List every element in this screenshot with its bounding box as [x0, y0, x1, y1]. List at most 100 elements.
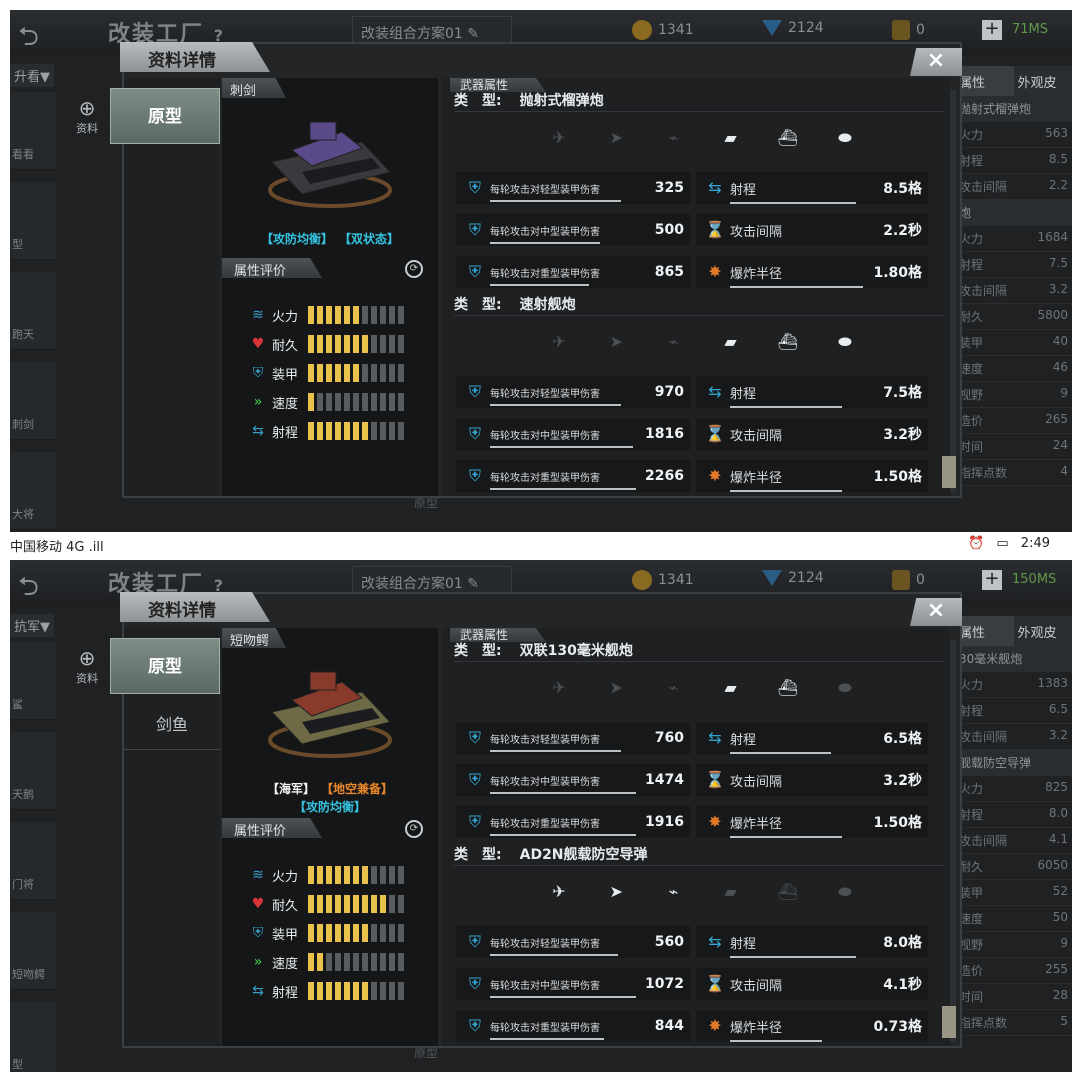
filter-dropdown[interactable]: 抗军▼	[10, 614, 54, 637]
back-icon[interactable]: ⮌	[18, 568, 39, 612]
hourglass-icon: ⌛	[705, 770, 725, 789]
stat-label-text: 爆炸半径	[730, 1020, 783, 1036]
side-stat-label: 攻击间隔	[959, 730, 1008, 744]
sidebar-ship-item[interactable]: 门将	[10, 822, 56, 900]
rating-row: ⇆ 射程	[244, 978, 434, 1004]
sidebar-ship-item[interactable]: 型	[10, 1002, 56, 1072]
rating-segment	[362, 335, 368, 353]
edit-icon[interactable]: ✎	[467, 26, 479, 42]
side-stat-value: 40	[1052, 334, 1068, 348]
rating-segment	[308, 393, 314, 411]
tab-variant[interactable]: 剑鱼	[124, 700, 220, 750]
stat-bar	[490, 403, 621, 406]
target-types: ✈ ➤ ⌁ ▰ ⛴ ⬬	[542, 678, 862, 704]
heart-icon: ♥	[251, 896, 265, 912]
close-button[interactable]: ×	[910, 48, 962, 76]
side-stat-label: 时间	[959, 990, 984, 1004]
stat-value: 7.5格	[883, 385, 922, 401]
tab-1[interactable]: 外观皮	[1013, 616, 1072, 646]
tag-line-1: 【攻防均衡】 【双状态】	[222, 230, 438, 247]
tab-prototype[interactable]: 原型	[110, 638, 220, 694]
refresh-icon[interactable]: ⟳	[405, 820, 423, 838]
side-stat-value: 52	[1052, 884, 1068, 898]
side-stat-row: 时间 24	[955, 434, 1072, 460]
weapon-stat: ⛨ 每轮攻击对中型装甲伤害 1072	[456, 968, 690, 1000]
ship-illustration	[268, 671, 392, 758]
side-panel: 属性 外观皮 抛射式榴弹炮 火力 563 射程 8.5 攻击间隔 2.2 炮火力 1684 射程 7.…	[955, 66, 1072, 486]
info-add[interactable]: ⊕ 资料	[76, 96, 98, 136]
edit-icon[interactable]: ✎	[467, 576, 479, 592]
explosion-icon: ✸	[708, 262, 722, 281]
rating-row: ⛨ 装甲	[244, 360, 434, 386]
shield-icon: ⛨	[468, 220, 481, 239]
sidebar-ship-item[interactable]: 刺剑	[10, 362, 56, 440]
side-stat-value: 24	[1052, 438, 1068, 452]
rating-segment	[371, 422, 377, 440]
refresh-icon[interactable]: ⟳	[405, 260, 423, 278]
side-stat-label: 攻击间隔	[959, 180, 1008, 194]
filter-dropdown[interactable]: 升看▼	[10, 64, 54, 87]
back-icon[interactable]: ⮌	[18, 18, 39, 62]
side-stat-row: 速度 50	[955, 906, 1072, 932]
sidebar-ship-item[interactable]: 看看	[10, 92, 56, 170]
sidebar-ship-item[interactable]: 天鹅	[10, 732, 56, 810]
tab-0[interactable]: 属性	[955, 616, 1014, 646]
side-stat-row: 造价 265	[955, 408, 1072, 434]
gem-counter: 2124	[762, 20, 824, 36]
rating-segment	[371, 895, 377, 913]
sidebar-ship-item[interactable]: 大将	[10, 452, 56, 530]
weapon-stat: ✸ 爆炸半径 0.73格	[696, 1010, 928, 1042]
info-add[interactable]: ⊕ 资料	[76, 646, 98, 686]
sidebar-ship-item[interactable]: 鲨	[10, 642, 56, 720]
sidebar-ship-item[interactable]: 短吻鳄	[10, 912, 56, 990]
scroll-thumb[interactable]	[942, 456, 956, 488]
heart-icon: ♥	[251, 336, 265, 352]
rating-segment	[380, 335, 386, 353]
alarm-icon: ⏰	[968, 536, 985, 551]
rating-segment	[371, 335, 377, 353]
ship-name: 短吻鳄	[222, 628, 286, 648]
rating-segment	[344, 924, 350, 942]
sidebar-ship-item[interactable]: 跑天	[10, 272, 56, 350]
rating-segment	[380, 953, 386, 971]
stat-bar	[730, 201, 856, 204]
scrollbar[interactable]	[950, 90, 956, 492]
rating-segment	[344, 335, 350, 353]
rating-segment	[317, 422, 323, 440]
weapon-stat: ⇆ 射程 6.5格	[696, 722, 928, 754]
add-resource-button[interactable]: +	[982, 20, 1002, 40]
latency-label: 150MS	[1012, 572, 1057, 587]
rating-segment	[317, 364, 323, 382]
rating-segment	[344, 422, 350, 440]
tab-0[interactable]: 属性	[955, 66, 1014, 96]
rating-segment	[353, 393, 359, 411]
rating-segment	[335, 866, 341, 884]
ship-tag: 【攻防均衡】	[260, 232, 333, 246]
side-stat-value: 9	[1060, 386, 1068, 400]
speed-icon: »	[253, 394, 263, 410]
weapon-stat: ⛨ 每轮攻击对重型装甲伤害 844	[456, 1010, 690, 1042]
side-stat-label: 攻击间隔	[959, 834, 1008, 848]
tab-prototype[interactable]: 原型	[110, 88, 220, 144]
side-stat-label: 火力	[959, 678, 984, 692]
add-resource-button[interactable]: +	[982, 570, 1002, 590]
rating-segment	[398, 364, 404, 382]
scrollbar[interactable]	[950, 640, 956, 1042]
side-stat-value: 50	[1052, 910, 1068, 924]
modal-title: 资料详情	[120, 42, 270, 72]
side-stat-row: 火力 563	[955, 122, 1072, 148]
eval-title: 属性评价	[222, 258, 322, 278]
stat-label-text: 射程	[730, 936, 757, 952]
close-button[interactable]: ×	[910, 598, 962, 626]
rating-segment	[362, 924, 368, 942]
tab-1[interactable]: 外观皮	[1013, 66, 1072, 96]
stat-label: 每轮攻击对重型装甲伤害	[490, 1019, 636, 1040]
battery-icon: ▭	[996, 536, 1009, 551]
side-stat-value: 265	[1045, 412, 1068, 426]
rating-segment	[362, 306, 368, 324]
side-stat-label: 火力	[959, 782, 984, 796]
side-stat-value: 1684	[1037, 230, 1068, 244]
stat-value: 760	[654, 730, 684, 746]
sidebar-ship-item[interactable]: 型	[10, 182, 56, 260]
scroll-thumb[interactable]	[942, 1006, 956, 1038]
